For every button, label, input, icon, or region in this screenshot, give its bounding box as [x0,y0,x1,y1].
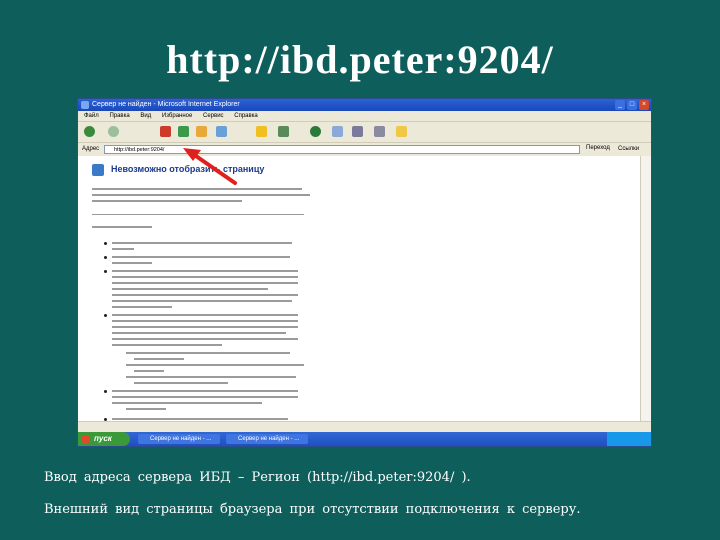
menu-bar: Файл Правка Вид Избранное Сервис Справка [78,111,651,122]
stop-icon[interactable] [160,126,171,137]
caption-line-2: Внешний вид страницы браузера при отсутс… [44,502,581,517]
vertical-scrollbar[interactable] [640,156,651,432]
minimize-icon[interactable]: _ [615,100,625,110]
status-bar [78,421,651,432]
menu-file[interactable]: Файл [84,113,99,119]
media-icon[interactable] [278,126,289,137]
slide-title: http://ibd.peter:9204/ [166,37,554,82]
back-icon[interactable] [84,126,95,137]
taskbar-item[interactable]: Сервер не найден - ... [138,434,220,444]
address-label: Адрес [82,146,100,152]
browser-screenshot: Сервер не найден - Microsoft Internet Ex… [77,98,652,447]
caption-line-1: Ввод адреса сервера ИБД – Регион (http:/… [44,470,471,485]
taskbar: пуск Сервер не найден - ... Сервер не на… [78,432,651,446]
error-heading: Невозможно отобразить страницу [111,164,265,174]
window-title: Сервер не найден - Microsoft Internet Ex… [92,101,240,108]
home-icon[interactable] [196,126,207,137]
go-button[interactable]: Переход [586,145,610,151]
taskbar-item[interactable]: Сервер не найден - ... [226,434,308,444]
folder-icon[interactable] [396,126,407,137]
search-icon[interactable] [216,126,227,137]
menu-edit[interactable]: Правка [109,113,129,119]
start-label: пуск [94,434,112,443]
windows-logo-icon [82,435,90,443]
links-button[interactable]: Ссылки [618,146,639,152]
error-page-icon [92,164,104,176]
refresh-icon[interactable] [178,126,189,137]
address-bar: Адрес http://ibd.peter:9204/ Переход Ссы… [78,143,651,157]
favorites-icon[interactable] [256,126,267,137]
maximize-icon[interactable]: □ [627,100,637,110]
close-icon[interactable]: × [639,100,649,110]
page-content: Невозможно отобразить страницу [78,156,641,432]
menu-view[interactable]: Вид [140,113,151,119]
edit-icon[interactable] [374,126,385,137]
forward-icon[interactable] [108,126,119,137]
window-titlebar: Сервер не найден - Microsoft Internet Ex… [78,99,651,111]
menu-tools[interactable]: Сервис [203,113,224,119]
system-tray [607,432,651,446]
address-input[interactable]: http://ibd.peter:9204/ [104,145,580,154]
print-icon[interactable] [352,126,363,137]
menu-help[interactable]: Справка [234,113,258,119]
mail-icon[interactable] [332,126,343,137]
ie-logo-icon [81,101,89,109]
history-icon[interactable] [310,126,321,137]
start-button[interactable]: пуск [78,432,130,446]
menu-favorites[interactable]: Избранное [162,113,192,119]
toolbar [78,122,651,143]
